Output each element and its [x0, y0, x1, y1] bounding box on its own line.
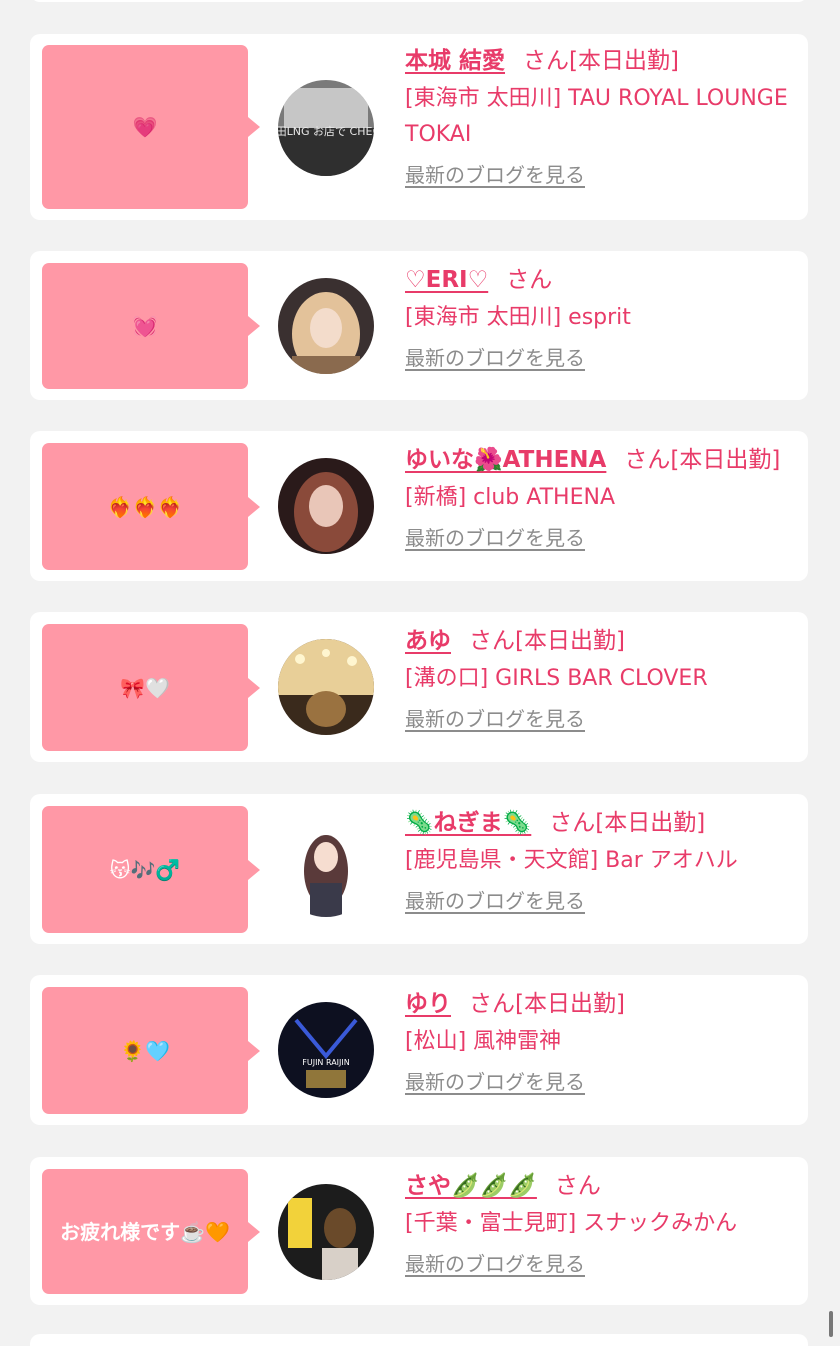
message-card: ❤️‍🔥❤️‍🔥❤️‍🔥 ゆいな🌺ATHENA さん[本日出勤] [新橋] clu…	[30, 431, 808, 581]
avatar[interactable]	[278, 821, 374, 917]
shop-info: [松山] 風神雷神	[405, 1029, 562, 1054]
avatar-image	[278, 821, 374, 917]
message-card: 💓 ♡ERI♡ さん [東海市 太田川] esprit 最新のブログを見る	[30, 251, 808, 400]
member-name-link[interactable]: あゆ	[405, 628, 451, 654]
name-line: 本城 結愛 さん[本日出勤]	[405, 46, 798, 76]
name-line: さや🫛🫛🫛 さん	[405, 1171, 798, 1201]
message-card: お疲れ様です☕️🧡 さや🫛🫛🫛 さん [千葉・富士見町] スナックみかん 最新のブ…	[30, 1157, 808, 1305]
message-text: 😽🎶♂️	[109, 857, 181, 882]
scrollbar[interactable]	[829, 1311, 833, 1337]
member-name-link[interactable]: 🦠ねぎま🦠	[405, 810, 531, 836]
latest-blog-link[interactable]: 最新のブログを見る	[405, 705, 585, 733]
member-name-link[interactable]: ♡ERI♡	[405, 267, 488, 293]
member-suffix: さん[本日出勤]	[469, 991, 625, 1017]
previous-card-edge	[30, 0, 808, 2]
shop-info: [千葉・富士見町] スナックみかん	[405, 1211, 738, 1236]
member-suffix: さん[本日出勤]	[523, 48, 679, 74]
avatar-image: FUJIN RAIJIN	[278, 1002, 374, 1098]
name-line: ゆり さん[本日出勤]	[405, 989, 798, 1019]
shop-info: [新橋] club ATHENA	[405, 485, 615, 510]
avatar-caption: 創田LNG お店で CHECK	[278, 124, 374, 138]
next-card-edge	[30, 1334, 808, 1346]
message-text: 🎀🤍	[120, 675, 170, 700]
avatar-image	[278, 639, 374, 735]
latest-blog-link[interactable]: 最新のブログを見る	[405, 161, 585, 189]
message-bubble: 😽🎶♂️	[42, 806, 260, 933]
avatar[interactable]	[278, 1184, 374, 1280]
latest-blog-link[interactable]: 最新のブログを見る	[405, 887, 585, 915]
message-text: 💓	[132, 314, 158, 338]
avatar-image	[278, 458, 374, 554]
avatar[interactable]: FUJIN RAIJIN	[278, 1002, 374, 1098]
member-name-link[interactable]: ゆいな🌺ATHENA	[405, 447, 606, 473]
avatar-image	[278, 278, 374, 374]
member-name-link[interactable]: ゆり	[405, 991, 451, 1017]
message-text: 💗	[132, 115, 158, 139]
avatar[interactable]	[278, 639, 374, 735]
member-name-link[interactable]: さや🫛🫛🫛	[405, 1173, 537, 1199]
avatar-image	[278, 1184, 374, 1280]
message-bubble: 🌻🩵	[42, 987, 260, 1114]
name-line: あゆ さん[本日出勤]	[405, 626, 798, 656]
message-text: お疲れ様です☕️🧡	[60, 1219, 230, 1244]
message-bubble: ❤️‍🔥❤️‍🔥❤️‍🔥	[42, 443, 260, 570]
avatar[interactable]: 創田LNG お店で CHECK	[278, 80, 374, 176]
shop-info: [東海市 太田川] esprit	[405, 305, 631, 330]
name-line: ♡ERI♡ さん	[405, 265, 798, 295]
name-line: 🦠ねぎま🦠 さん[本日出勤]	[405, 808, 798, 838]
latest-blog-link[interactable]: 最新のブログを見る	[405, 524, 585, 552]
member-suffix: さん[本日出勤]	[469, 628, 625, 654]
message-text: ❤️‍🔥❤️‍🔥❤️‍🔥	[107, 494, 183, 519]
member-suffix: さん	[554, 1173, 601, 1199]
message-bubble: 🎀🤍	[42, 624, 260, 751]
message-card: 😽🎶♂️ 🦠ねぎま🦠 さん[本日出勤] [鹿児島県・天文館] Bar アオハル 最…	[30, 794, 808, 944]
member-name-link[interactable]: 本城 結愛	[405, 48, 505, 74]
avatar-image: 創田LNG お店で CHECK	[278, 80, 374, 176]
message-text: 🌻🩵	[120, 1038, 170, 1063]
shop-info: [溝の口] GIRLS BAR CLOVER	[405, 666, 708, 691]
avatar[interactable]	[278, 278, 374, 374]
avatar[interactable]	[278, 458, 374, 554]
message-card: 💗 創田LNG お店で CHECK 本城 結愛さん[本日出勤] [東海市 太田川…	[30, 34, 808, 220]
message-card: 🎀🤍 あゆ さん[本日出勤] [溝の口] GIRLS BAR CLOVER 最新の…	[30, 612, 808, 762]
member-suffix: さん[本日出勤]	[549, 810, 706, 836]
message-bubble: お疲れ様です☕️🧡	[42, 1169, 260, 1294]
message-card: 🌻🩵 FUJIN RAIJIN ゆり さん[本日出勤] [松山] 風神雷神 最新の…	[30, 975, 808, 1125]
latest-blog-link[interactable]: 最新のブログを見る	[405, 344, 585, 372]
message-bubble: 💗	[42, 45, 260, 209]
member-suffix: さん[本日出勤]	[624, 447, 781, 473]
message-bubble: 💓	[42, 263, 260, 389]
shop-info: [東海市 太田川] TAU ROYAL LOUNGE TOKAI	[405, 86, 788, 147]
latest-blog-link[interactable]: 最新のブログを見る	[405, 1250, 585, 1278]
shop-info: [鹿児島県・天文館] Bar アオハル	[405, 848, 738, 873]
name-line: ゆいな🌺ATHENA さん[本日出勤]	[405, 445, 798, 475]
latest-blog-link[interactable]: 最新のブログを見る	[405, 1068, 585, 1096]
member-suffix: さん	[506, 267, 553, 293]
avatar-caption: FUJIN RAIJIN	[302, 1058, 349, 1067]
